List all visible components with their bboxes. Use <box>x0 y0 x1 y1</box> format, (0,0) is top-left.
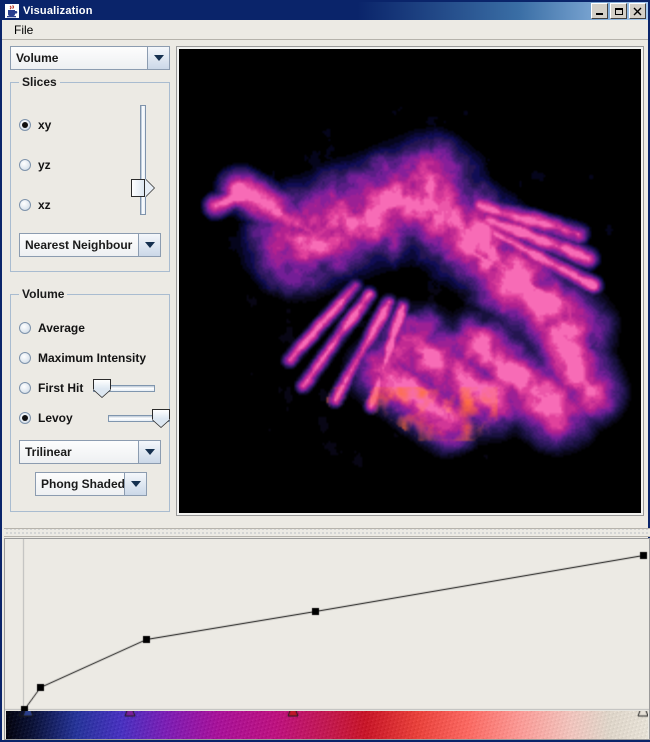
radio-label-first-hit: First Hit <box>38 381 84 395</box>
mode-combo[interactable]: Volume <box>10 46 170 70</box>
volume-group: Volume Average Maximum Intensity First H… <box>10 287 170 512</box>
content-area: Volume Slices xy yz xz Nearest Neighbour… <box>4 42 650 740</box>
minimize-button[interactable] <box>591 3 608 19</box>
menu-bar: File <box>2 20 648 40</box>
shading-combo[interactable]: Phong Shaded <box>35 472 147 496</box>
radio-label-xy: xy <box>38 118 52 132</box>
radio-label-maximum-intensity: Maximum Intensity <box>38 351 147 365</box>
levoy-slider-thumb[interactable] <box>151 409 170 427</box>
radio-label-xz: xz <box>38 198 51 212</box>
slices-group: Slices xy yz xz Nearest Neighbour <box>10 75 170 272</box>
application-window: Visualization File Volume Slices xy yz x… <box>0 0 650 742</box>
window-title: Visualization <box>23 5 93 17</box>
radio-xy[interactable] <box>19 119 31 131</box>
slice-interpolation-value: Nearest Neighbour <box>20 234 138 256</box>
chevron-down-icon <box>147 47 169 69</box>
top-split-pane: Volume Slices xy yz xz Nearest Neighbour… <box>4 42 650 527</box>
window-controls <box>591 3 646 19</box>
close-button[interactable] <box>629 3 646 19</box>
radio-row-maximum-intensity[interactable]: Maximum Intensity <box>19 343 161 373</box>
radio-average[interactable] <box>19 322 31 334</box>
split-pane-divider[interactable] <box>4 528 650 537</box>
shading-combo-value: Phong Shaded <box>36 473 124 495</box>
radio-row-first-hit[interactable]: First Hit <box>19 373 161 403</box>
slice-interpolation-combo[interactable]: Nearest Neighbour <box>19 233 161 257</box>
slice-slider[interactable] <box>131 105 155 215</box>
volume-group-title: Volume <box>19 287 68 301</box>
java-coffee-cup-icon <box>5 4 19 18</box>
radio-label-levoy: Levoy <box>38 411 73 425</box>
transfer-function-panel[interactable] <box>4 538 650 740</box>
radio-row-average[interactable]: Average <box>19 313 161 343</box>
first-hit-slider-thumb[interactable] <box>93 379 112 397</box>
radio-row-levoy[interactable]: Levoy <box>19 403 170 433</box>
radio-maximum-intensity[interactable] <box>19 352 31 364</box>
radio-xz[interactable] <box>19 199 31 211</box>
title-bar: Visualization <box>2 2 648 20</box>
chevron-down-icon <box>138 234 160 256</box>
maximize-button[interactable] <box>610 3 627 19</box>
chevron-down-icon <box>138 441 160 463</box>
menu-item-file[interactable]: File <box>8 21 39 39</box>
slice-slider-thumb[interactable] <box>131 179 154 197</box>
radio-first-hit[interactable] <box>19 382 31 394</box>
slice-slider-track[interactable] <box>140 105 146 215</box>
controls-sidebar: Volume Slices xy yz xz Nearest Neighbour… <box>10 46 170 524</box>
first-hit-slider[interactable] <box>93 378 156 398</box>
mode-combo-value: Volume <box>11 47 147 69</box>
levoy-slider[interactable] <box>107 408 170 428</box>
volume-interpolation-value: Trilinear <box>20 441 138 463</box>
volume-render-canvas[interactable] <box>179 49 641 513</box>
radio-label-yz: yz <box>38 158 51 172</box>
render-panel[interactable] <box>176 46 644 516</box>
chevron-down-icon <box>124 473 146 495</box>
volume-interpolation-combo[interactable]: Trilinear <box>19 440 161 464</box>
color-gradient-bar[interactable] <box>6 711 648 739</box>
radio-levoy[interactable] <box>19 412 31 424</box>
radio-yz[interactable] <box>19 159 31 171</box>
slices-group-title: Slices <box>19 75 60 89</box>
transfer-function-curve[interactable] <box>5 539 649 711</box>
radio-label-average: Average <box>38 321 85 335</box>
